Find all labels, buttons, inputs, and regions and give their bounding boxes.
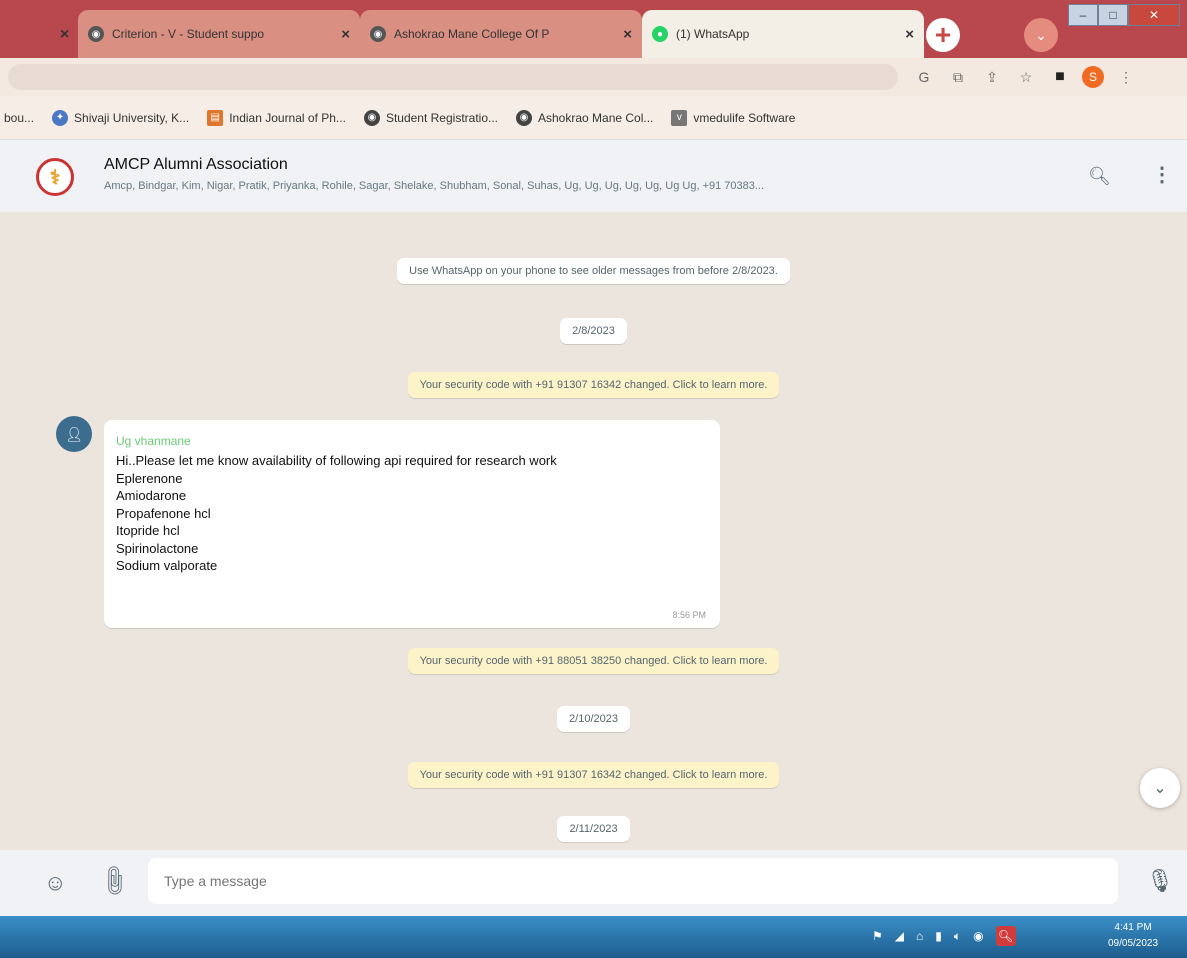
message-line: Eplerenone — [116, 470, 183, 486]
tab-close-icon[interactable]: × — [341, 26, 350, 43]
browser-tab-strip: × ◉ Criterion - V - Student suppo × ◉ As… — [0, 0, 1187, 58]
message-line: Amiodarone — [116, 488, 187, 503]
chevron-down-icon: ⌄ — [1153, 780, 1167, 797]
software-icon: v — [671, 109, 688, 126]
globe-icon: ◉ — [88, 26, 104, 42]
address-bar[interactable] — [8, 64, 898, 90]
university-icon: ✦ — [52, 109, 69, 126]
share-icon[interactable]: ⇪ — [980, 66, 1004, 88]
globe-icon: ◉ — [370, 26, 386, 42]
bookmark-label: Shivaji University, K... — [74, 110, 190, 125]
security-notice-text: Your security code with +91 91307 16342 … — [407, 372, 780, 398]
flag-icon[interactable]: ⚑ — [872, 929, 883, 943]
tab-whatsapp[interactable]: ● (1) WhatsApp × — [642, 10, 924, 58]
security-notice[interactable]: Your security code with +91 88051 38250 … — [0, 648, 1187, 674]
tab-search-button[interactable]: ⌄ — [1024, 18, 1058, 52]
messages-pane[interactable]: Use WhatsApp on your phone to see older … — [0, 212, 1187, 850]
tab-title: (1) WhatsApp — [676, 27, 750, 41]
clock-date: 09/05/2023 — [1108, 938, 1159, 949]
date-divider: 2/8/2023 — [0, 318, 1187, 344]
avatar[interactable]: 👤︎ — [56, 416, 92, 452]
bookmark-item[interactable]: ◉ Student Registratio... — [363, 109, 498, 126]
group-members: Amcp, Bindgar, Kim, Nigar, Pratik, Priya… — [104, 180, 765, 192]
message-line: Hi..Please let me know availability of f… — [116, 453, 557, 468]
date-text: 2/8/2023 — [560, 318, 627, 344]
group-name: AMCP Alumni Association — [104, 156, 288, 173]
network-icon[interactable]: ⌂ — [916, 929, 923, 943]
emoji-icon[interactable]: ☺ — [44, 870, 66, 896]
search-icon[interactable]: 🔍︎ — [995, 926, 1016, 946]
bookmark-label: Student Registratio... — [385, 110, 498, 125]
notice-text: Use WhatsApp on your phone to see older … — [397, 258, 790, 284]
older-messages-notice: Use WhatsApp on your phone to see older … — [0, 258, 1187, 284]
message-line: Itopride hcl — [116, 523, 180, 538]
attach-icon[interactable]: 📎︎ — [95, 862, 133, 900]
tab-title: Criterion - V - Student suppo — [112, 27, 265, 41]
scroll-down-button[interactable]: ⌄ — [1140, 768, 1180, 808]
minimize-icon[interactable]: ‒ — [1068, 4, 1098, 26]
windows-taskbar: ⚑ ◢ ⌂ ▮ 🔈︎ ◉ 🔍︎ 4:41 PM 09/05/2023 — [0, 916, 1187, 958]
signal-icon[interactable]: ◢ — [895, 929, 904, 943]
message-bubble[interactable]: Ug vhanmane Hi..Please let me know avail… — [104, 420, 720, 628]
window-controls: ‒ □ ✕ — [1068, 4, 1180, 26]
clock-time: 4:41 PM — [1114, 922, 1152, 933]
security-notice-text: Your security code with +91 91307 16342 … — [407, 762, 780, 788]
volume-icon[interactable]: 🔈︎ — [954, 929, 961, 944]
menu-icon[interactable]: ⋮ — [1152, 162, 1172, 187]
message-line: Propafenone hcl — [116, 505, 211, 521]
bookmark-star-icon[interactable]: ☆ — [1014, 66, 1038, 88]
message-input[interactable] — [148, 858, 1118, 904]
new-tab-button[interactable]: + — [926, 18, 960, 52]
globe-icon: ◉ — [516, 109, 532, 126]
security-notice[interactable]: Your security code with +91 91307 16342 … — [0, 372, 1187, 398]
system-tray: ⚑ ◢ ⌂ ▮ 🔈︎ ◉ 🔍︎ — [872, 926, 1016, 946]
journal-icon: ▤ — [207, 109, 224, 126]
microphone-icon[interactable]: 🎙︎ — [1146, 868, 1174, 894]
security-notice-text: Your security code with +91 88051 38250 … — [407, 648, 780, 674]
toolbar-icons: G ⧉ ⇪ ☆ ■ S ⋮ — [912, 66, 1138, 88]
bookmark-item[interactable]: ✦ Shivaji University, K... — [52, 109, 190, 126]
message-time: 8:56 PM — [672, 610, 706, 620]
browser-menu-icon[interactable]: ⋮ — [1114, 66, 1138, 88]
bookmark-item[interactable]: ▤ Indian Journal of Ph... — [207, 109, 346, 126]
date-text: 2/10/2023 — [557, 706, 630, 732]
bookmark-label: Indian Journal of Ph... — [229, 110, 346, 125]
date-divider: 2/11/2023 — [0, 816, 1187, 842]
bookmark-item[interactable]: bou... — [4, 111, 34, 125]
bookmark-item[interactable]: ◉ Ashokrao Mane Col... — [516, 109, 654, 126]
update-icon[interactable]: ◉ — [973, 929, 983, 943]
tab-ashokrao[interactable]: ◉ Ashokrao Mane College Of P × — [360, 10, 642, 58]
message-sender[interactable]: Ug vhanmane — [116, 434, 708, 448]
whatsapp-icon: ● — [652, 26, 668, 42]
bookmarks-bar: bou... ✦ Shivaji University, K... ▤ Indi… — [0, 96, 1187, 140]
message-line: Sodium valporate — [116, 558, 218, 573]
date-text: 2/11/2023 — [557, 816, 630, 842]
group-avatar[interactable]: ⚕ — [36, 158, 74, 196]
search-icon[interactable]: 🔍︎ — [1088, 166, 1111, 187]
google-icon[interactable]: G — [912, 66, 936, 88]
maximize-icon[interactable]: □ — [1098, 4, 1128, 26]
taskbar-clock[interactable]: 4:41 PM 09/05/2023 — [1108, 920, 1158, 952]
date-divider: 2/10/2023 — [0, 706, 1187, 732]
tab-title: Ashokrao Mane College Of P — [394, 27, 550, 41]
window-close-icon[interactable]: ✕ — [1128, 4, 1180, 26]
chat-header[interactable]: ⚕ AMCP Alumni Association Amcp, Bindgar,… — [0, 140, 1187, 213]
bookmark-label: Ashokrao Mane Col... — [538, 110, 654, 125]
bookmark-label: vmedulife Software — [693, 110, 796, 125]
tab-close-icon[interactable]: × — [623, 26, 632, 43]
security-notice[interactable]: Your security code with +91 91307 16342 … — [0, 762, 1187, 788]
composer: ☺ 📎︎ 🎙︎ — [0, 850, 1187, 916]
side-panel-icon[interactable]: ■ — [1048, 66, 1072, 88]
message-line: Spirinolactone — [116, 540, 199, 556]
install-app-icon[interactable]: ⧉ — [946, 66, 970, 88]
tab-criterion[interactable]: ◉ Criterion - V - Student suppo × — [78, 10, 360, 58]
profile-avatar[interactable]: S — [1082, 66, 1104, 88]
bookmark-label: bou... — [4, 110, 35, 125]
globe-icon: ◉ — [363, 109, 380, 126]
bookmark-item[interactable]: v vmedulife Software — [671, 109, 796, 126]
address-toolbar: G ⧉ ⇪ ☆ ■ S ⋮ — [0, 58, 1187, 96]
battery-icon[interactable]: ▮ — [935, 929, 942, 943]
tab-close-icon[interactable]: × — [905, 26, 914, 43]
tab-close-icon[interactable]: × — [60, 26, 69, 44]
